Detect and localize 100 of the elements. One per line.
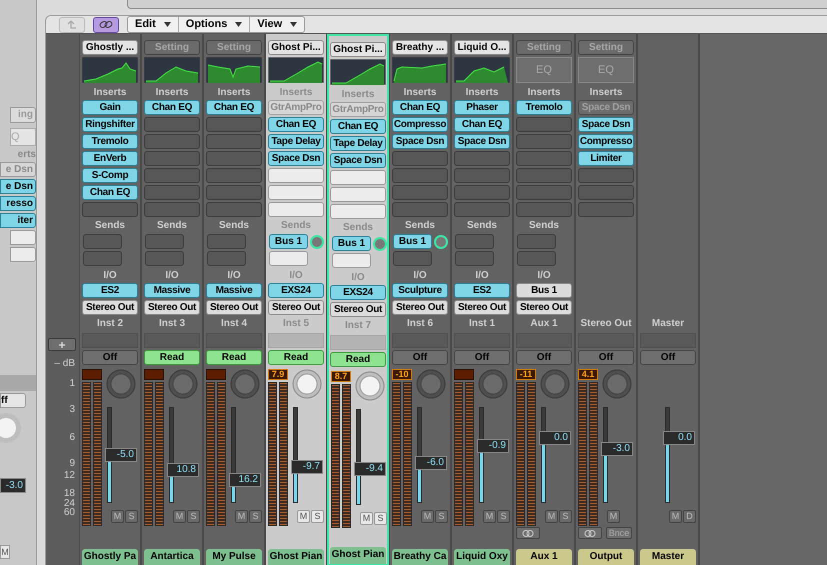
mute-solo-button[interactable]: S [374, 512, 387, 525]
empty-send-slot[interactable] [393, 251, 432, 266]
insert-slot[interactable]: Tremolo [516, 100, 572, 115]
insert-slot[interactable]: Compresso [392, 117, 448, 132]
insert-slot[interactable]: resso [0, 196, 36, 211]
automation-button[interactable]: Read [330, 352, 386, 367]
send-level-knob[interactable] [434, 234, 448, 248]
track-name-tag[interactable]: Breathy Ca [392, 549, 448, 565]
eq-curve-thumbnail[interactable] [392, 57, 448, 83]
input-slot[interactable]: EXS24 [268, 283, 324, 298]
empty-slot[interactable] [516, 134, 572, 149]
insert-slot[interactable]: Space Dsn [578, 117, 634, 132]
setting-button[interactable]: Breathy ... [392, 40, 448, 55]
automation-button[interactable]: Off [392, 350, 448, 365]
empty-slot[interactable] [144, 134, 200, 149]
automation-button[interactable]: Read [206, 350, 262, 365]
input-slot[interactable]: Massive [144, 283, 200, 298]
empty-send-slot[interactable] [517, 251, 556, 266]
empty-slot[interactable] [392, 185, 448, 200]
setting-button[interactable]: Ghost Pi... [268, 40, 324, 55]
empty-slot[interactable] [206, 134, 262, 149]
insert-slot[interactable]: Compresso [578, 134, 634, 149]
setting-button[interactable]: Ghost Pi... [330, 42, 386, 57]
empty-send-slot[interactable] [269, 251, 308, 266]
track-name-tag[interactable]: My Pulse [206, 549, 262, 565]
automation-button[interactable]: ff [0, 393, 26, 408]
pan-knob[interactable] [292, 369, 322, 399]
eq-curve-thumbnail[interactable] [82, 57, 138, 83]
input-slot[interactable]: ES2 [82, 283, 138, 298]
menu-dropdown[interactable]: Options [178, 17, 250, 32]
eq-curve-thumbnail[interactable] [330, 59, 386, 85]
automation-button[interactable]: Read [144, 350, 200, 365]
stereo-link-button[interactable] [516, 527, 540, 539]
pan-knob[interactable] [478, 369, 508, 399]
pan-knob[interactable] [168, 369, 198, 399]
input-slot[interactable]: EXS24 [330, 285, 386, 300]
send-level-knob[interactable] [373, 236, 387, 250]
insert-slot[interactable]: Space Dsn [268, 151, 324, 166]
group-slot[interactable] [268, 333, 324, 348]
insert-slot[interactable]: Chan EQ [454, 117, 510, 132]
eq-curve-thumbnail[interactable] [206, 57, 262, 83]
empty-slot[interactable] [82, 202, 138, 217]
automation-button[interactable]: Off [516, 350, 572, 365]
menu-dropdown[interactable]: View [250, 17, 304, 32]
fader-value[interactable]: -6.0 [415, 456, 447, 470]
empty-slot[interactable] [454, 202, 510, 217]
fader-value[interactable]: -0.9 [477, 438, 509, 453]
empty-slot[interactable] [516, 168, 572, 183]
empty-send-slot[interactable] [517, 234, 556, 249]
input-slot[interactable]: ES2 [454, 283, 510, 298]
insert-slot[interactable]: e Dsn [0, 179, 36, 194]
empty-send-slot[interactable] [83, 251, 122, 266]
eq-curve-thumbnail[interactable] [268, 57, 324, 83]
empty-slot[interactable] [330, 170, 386, 185]
empty-send-slot[interactable] [207, 251, 246, 266]
track-name-tag[interactable]: Output [578, 549, 634, 565]
insert-slot[interactable]: Ringshifter [82, 117, 138, 132]
empty-slot[interactable] [454, 168, 510, 183]
insert-slot[interactable]: Tape Delay [268, 134, 324, 149]
pan-knob[interactable] [355, 371, 385, 401]
insert-slot[interactable]: Chan EQ [268, 117, 324, 132]
empty-slot[interactable] [516, 185, 572, 200]
send-slot[interactable]: Bus 1 [393, 234, 432, 249]
empty-slot[interactable] [392, 202, 448, 217]
empty-slot[interactable] [330, 204, 386, 219]
pan-knob[interactable] [0, 412, 22, 444]
insert-slot[interactable]: Tremolo [82, 134, 138, 149]
empty-slot[interactable] [206, 117, 262, 132]
output-slot[interactable]: Stereo Out [268, 300, 324, 315]
pan-knob[interactable] [416, 369, 446, 399]
empty-slot[interactable] [578, 168, 634, 183]
fader-value[interactable]: -9.7 [291, 460, 323, 474]
insert-slot[interactable]: Space Dsn [330, 153, 386, 168]
insert-slot[interactable]: Chan EQ [206, 100, 262, 115]
empty-send-slot[interactable] [207, 234, 246, 249]
automation-button[interactable]: Off [640, 350, 696, 365]
empty-send-slot[interactable] [455, 234, 494, 249]
insert-slot[interactable]: Chan EQ [392, 100, 448, 115]
empty-slot[interactable] [330, 187, 386, 202]
empty-slot[interactable] [268, 202, 324, 217]
output-slot[interactable]: Stereo Out [330, 302, 386, 317]
mute-button[interactable]: M [0, 545, 10, 559]
output-slot[interactable]: Stereo Out [392, 300, 448, 315]
eq-curve-thumbnail[interactable] [144, 57, 200, 83]
track-name-tag[interactable]: Ghostly Pa [82, 549, 138, 565]
output-slot[interactable]: Stereo Out [454, 300, 510, 315]
empty-slot[interactable] [206, 151, 262, 166]
fader-value[interactable]: -3.0 [0, 478, 26, 493]
track-name-tag[interactable]: Antartica [144, 549, 200, 565]
pan-knob[interactable] [602, 369, 632, 399]
automation-button[interactable]: Off [454, 350, 510, 365]
insert-slot[interactable]: Chan EQ [144, 100, 200, 115]
automation-button[interactable]: Off [82, 350, 138, 365]
send-slot[interactable]: Bus 1 [269, 234, 308, 249]
insert-slot[interactable]: Gain [82, 100, 138, 115]
empty-slot[interactable] [206, 168, 262, 183]
insert-slot[interactable]: Space Dsn [454, 134, 510, 149]
add-button[interactable]: + [48, 338, 76, 351]
empty-send-slot[interactable] [83, 234, 122, 249]
empty-slot[interactable] [516, 117, 572, 132]
